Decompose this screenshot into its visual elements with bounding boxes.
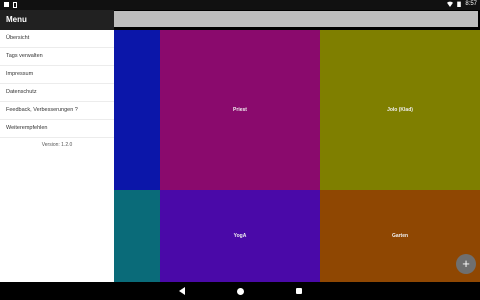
back-icon[interactable] <box>178 287 185 295</box>
tag-tile[interactable]: Priest <box>160 30 320 190</box>
tag-label: Garten <box>391 233 409 239</box>
notification-icon <box>13 2 17 8</box>
battery-icon <box>457 1 462 7</box>
app-content: Priest Jolo (Klad) YogA Garten + Menu Üb… <box>0 10 480 282</box>
menu-item-weiterempfehlen[interactable]: Weiterempfehlen <box>0 120 114 138</box>
drawer-title: Menu <box>0 10 114 30</box>
add-button[interactable]: + <box>456 254 476 274</box>
wifi-icon <box>447 1 454 7</box>
version-label: Version: 1.2.0 <box>41 142 73 148</box>
tag-tile[interactable]: YogA <box>160 190 320 282</box>
menu-item-tags-verwalten[interactable]: Tags verwalten <box>0 48 114 66</box>
home-icon[interactable] <box>236 287 244 295</box>
system-nav-bar <box>0 282 480 300</box>
menu-item-impressum[interactable]: Impressum <box>0 66 114 84</box>
menu-item-feedback[interactable]: Feedback, Verbesserungen ? <box>0 102 114 120</box>
tag-label: Jolo (Klad) <box>387 107 413 113</box>
menu-item-datenschutz[interactable]: Datenschutz <box>0 84 114 102</box>
tag-label: YogA <box>233 233 247 239</box>
search-bar[interactable] <box>114 11 478 27</box>
navigation-drawer: Menu Übersicht Tags verwalten Impressum … <box>0 10 114 282</box>
tag-tile[interactable]: Jolo (Klad) <box>320 30 480 190</box>
tag-tile[interactable] <box>114 190 160 282</box>
menu-item-uebersicht[interactable]: Übersicht <box>0 30 114 48</box>
notification-icon <box>4 2 9 7</box>
recent-apps-icon[interactable] <box>295 288 302 294</box>
clock: 8:57 <box>465 1 477 7</box>
tag-label: Priest <box>233 107 247 113</box>
status-bar: 8:57 <box>0 0 480 10</box>
tag-tile[interactable] <box>114 30 160 190</box>
